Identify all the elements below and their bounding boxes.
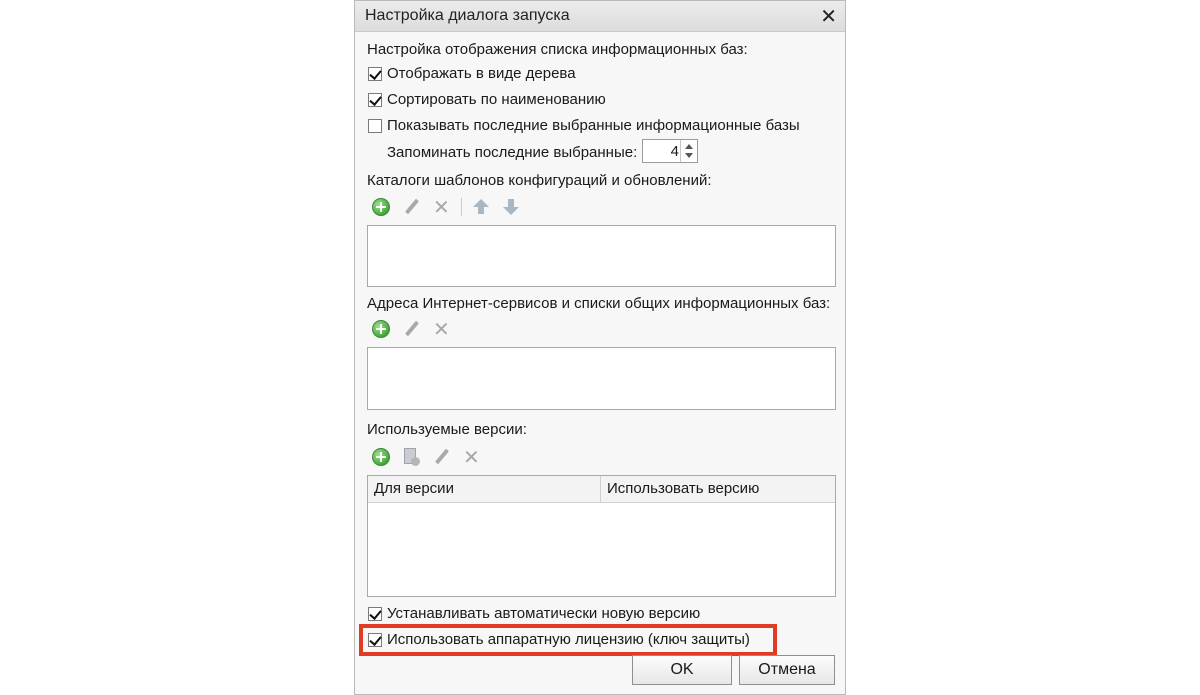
column-header-for-version[interactable]: Для версии — [368, 476, 601, 502]
services-add-icon[interactable] — [371, 319, 391, 339]
show-recent-checkbox[interactable] — [368, 119, 382, 133]
services-edit-icon[interactable] — [401, 319, 421, 339]
services-delete-icon[interactable]: ✕ — [431, 319, 451, 341]
versions-edit-icon[interactable] — [431, 447, 451, 467]
versions-delete-icon[interactable]: ✕ — [461, 447, 481, 469]
ok-button[interactable]: OK — [632, 655, 732, 685]
internet-services-toolbar: ✕ — [371, 319, 471, 341]
templates-list[interactable] — [367, 225, 836, 287]
stepper-down-icon[interactable] — [685, 153, 693, 158]
hardware-license-label: Использовать аппаратную лицензию (ключ з… — [387, 631, 750, 648]
versions-table-header: Для версии Использовать версию — [368, 476, 835, 503]
close-icon[interactable]: ✕ — [820, 4, 837, 29]
stepper-arrows — [680, 140, 697, 162]
title-bar[interactable]: Настройка диалога запуска ✕ — [355, 1, 845, 32]
templates-delete-icon[interactable]: ✕ — [431, 197, 451, 219]
remember-recent-value[interactable]: 4 — [671, 143, 679, 160]
sort-by-name-checkbox[interactable] — [368, 93, 382, 107]
auto-install-label: Устанавливать автоматически новую версию — [387, 605, 701, 622]
remember-recent-label: Запоминать последние выбранные: — [387, 144, 638, 161]
tree-view-checkbox[interactable] — [368, 67, 382, 81]
remember-recent-stepper[interactable]: 4 — [642, 139, 698, 163]
column-header-use-version[interactable]: Использовать версию — [601, 476, 835, 502]
sort-by-name-label: Сортировать по наименованию — [387, 91, 606, 108]
hardware-license-checkbox[interactable] — [368, 633, 382, 647]
internet-services-list[interactable] — [367, 347, 836, 410]
launch-settings-dialog: Настройка диалога запуска ✕ Настройка от… — [354, 0, 846, 695]
display-settings-heading: Настройка отображения списка информацион… — [367, 41, 748, 58]
templates-move-down-icon[interactable] — [501, 197, 521, 217]
versions-add-icon[interactable] — [371, 447, 391, 467]
templates-move-up-icon[interactable] — [471, 197, 491, 217]
templates-edit-icon[interactable] — [401, 197, 421, 217]
templates-toolbar: ✕ — [371, 197, 531, 219]
versions-copy-icon[interactable] — [401, 447, 421, 467]
templates-heading: Каталоги шаблонов конфигураций и обновле… — [367, 172, 712, 189]
cancel-button[interactable]: Отмена — [739, 655, 835, 685]
versions-table[interactable]: Для версии Использовать версию — [367, 475, 836, 597]
show-recent-label: Показывать последние выбранные информаци… — [387, 117, 800, 134]
dialog-title: Настройка диалога запуска — [365, 7, 570, 24]
tree-view-label: Отображать в виде дерева — [387, 65, 576, 82]
auto-install-checkbox[interactable] — [368, 607, 382, 621]
toolbar-separator — [461, 198, 462, 216]
internet-services-heading: Адреса Интернет-сервисов и списки общих … — [367, 295, 831, 312]
templates-add-icon[interactable] — [371, 197, 391, 217]
versions-heading: Используемые версии: — [367, 421, 527, 438]
stepper-up-icon[interactable] — [685, 144, 693, 149]
versions-toolbar: ✕ — [371, 447, 501, 469]
